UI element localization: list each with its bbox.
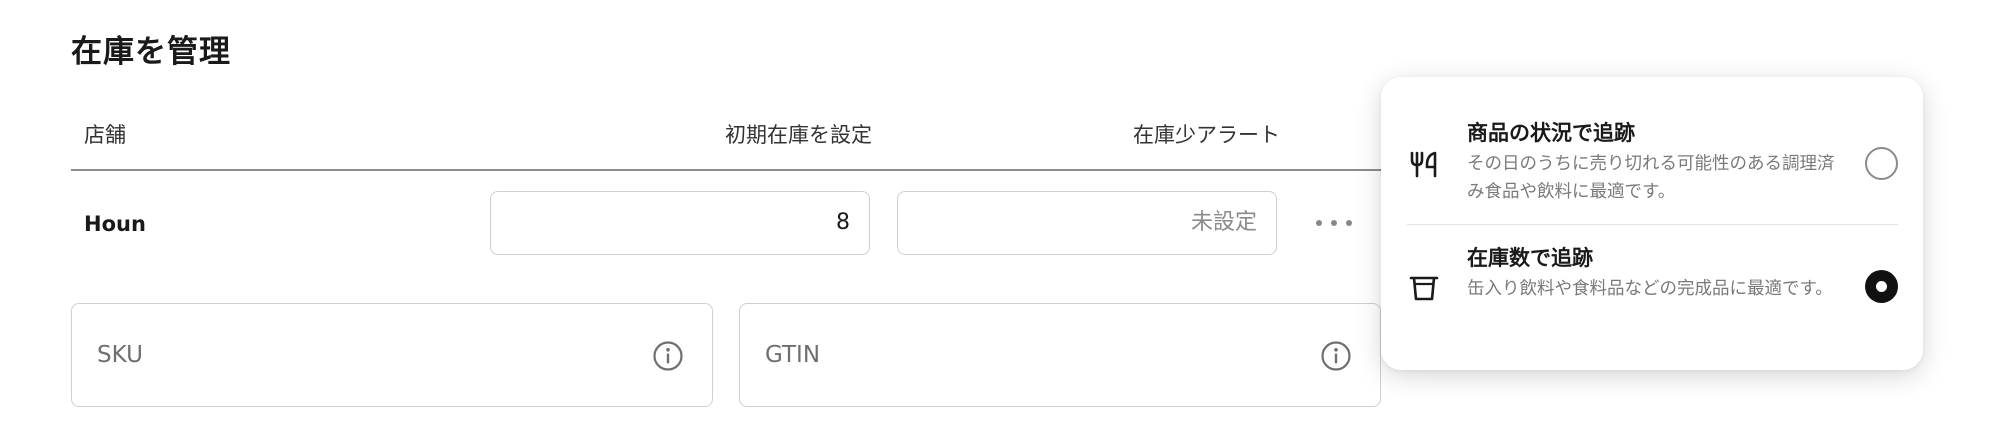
gtin-label: GTIN — [765, 342, 821, 368]
more-dot-icon — [1316, 220, 1322, 226]
option-description: その日のうちに売り切れる可能性のある調理済み食品や飲料に最適です。 — [1467, 154, 1835, 202]
header-divider — [71, 169, 1381, 171]
inventory-panel: 在庫を管理 店舗 初期在庫を設定 在庫少アラート Houn 8 未設定 SKU … — [0, 0, 2000, 432]
column-header-store: 店舗 — [84, 123, 126, 147]
section-title: 在庫を管理 — [71, 34, 231, 70]
store-name: Houn — [84, 212, 146, 236]
column-header-initial-stock: 初期在庫を設定 — [725, 123, 872, 147]
gtin-field[interactable]: GTIN — [739, 303, 1381, 407]
info-icon[interactable] — [652, 340, 684, 372]
more-options-button[interactable] — [1316, 212, 1352, 234]
more-dot-icon — [1346, 220, 1352, 226]
column-header-low-stock-alert: 在庫少アラート — [1133, 123, 1280, 147]
sku-label: SKU — [97, 342, 143, 368]
info-icon[interactable] — [1320, 340, 1352, 372]
low-stock-alert-input[interactable]: 未設定 — [897, 191, 1277, 255]
option-title: 在庫数で追跡 — [1467, 246, 1593, 270]
option-title: 商品の状況で追跡 — [1467, 121, 1635, 145]
radio-button-selected[interactable] — [1865, 270, 1898, 303]
radio-button-unselected[interactable] — [1865, 147, 1898, 180]
tracking-method-popover: 商品の状況で追跡 その日のうちに売り切れる可能性のある調理済み食品や飲料に最適で… — [1381, 77, 1923, 370]
cup-icon — [1409, 276, 1439, 301]
initial-stock-input[interactable]: 8 — [490, 191, 870, 255]
option-divider — [1407, 224, 1898, 225]
sku-field[interactable]: SKU — [71, 303, 713, 407]
option-description: 缶入り飲料や食料品などの完成品に最適です。 — [1467, 279, 1833, 299]
fork-knife-icon — [1410, 151, 1437, 178]
more-dot-icon — [1331, 220, 1337, 226]
